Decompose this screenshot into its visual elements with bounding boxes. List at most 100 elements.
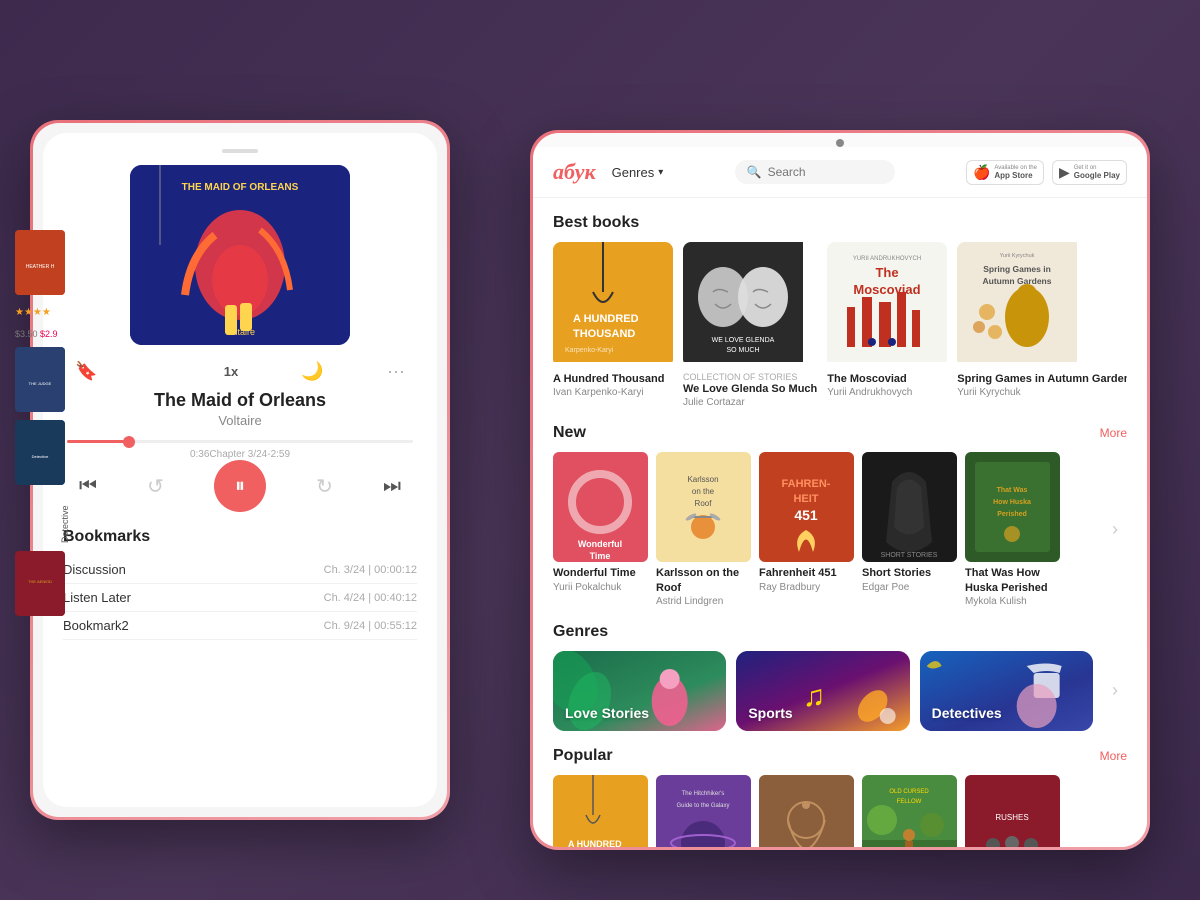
svg-text:Wonderful: Wonderful: [578, 539, 622, 549]
new-book-title-4: Short Stories: [862, 566, 957, 580]
genre-card-love-stories[interactable]: Love Stories: [553, 651, 726, 731]
google-play-badge[interactable]: ▶ Get it on Google Play: [1052, 160, 1127, 185]
svg-text:OLD CURSED: OLD CURSED: [889, 789, 929, 795]
pop-book-3[interactable]: God of His Fathers The God of His Father…: [759, 775, 854, 847]
player-book-author: Voltaire: [218, 413, 261, 428]
new-book-huska[interactable]: That Was How Huska Perished That Was How…: [965, 452, 1060, 607]
pop-book-2[interactable]: The Hitchhiker's Guide to the Galaxy Dou…: [656, 775, 751, 847]
svg-text:YURII ANDRUKHOVYCH: YURII ANDRUKHOVYCH: [853, 256, 921, 262]
genres-next-arrow[interactable]: ›: [1103, 651, 1127, 731]
new-book-author-4: Edgar Poe: [862, 582, 957, 593]
svg-text:That Was: That Was: [997, 487, 1028, 494]
speed-button[interactable]: 1x: [224, 364, 238, 379]
svg-text:♫: ♫: [803, 680, 826, 713]
new-book-karlsson[interactable]: Karlsson on the Roof Karlsson on the Roo…: [656, 452, 751, 607]
left-tablet: THE MAID OF ORLEANS: [30, 120, 450, 820]
bookmark-item-1[interactable]: Discussion Ch. 3/24 | 00:00:12: [63, 556, 417, 584]
new-books-row-wrapper: Wonderful Time Wonderful Time Yurii Poka…: [553, 452, 1127, 607]
more-icon[interactable]: ···: [387, 361, 405, 382]
playback-controls: ⏮ ↺ ⏸ ↻ ⏭: [59, 460, 421, 512]
svg-text:THOUSAND: THOUSAND: [573, 328, 635, 340]
svg-text:HEATHER H: HEATHER H: [26, 264, 55, 270]
new-book-author-1: Yurii Pokalchuk: [553, 582, 648, 593]
google-play-icon: ▶: [1059, 164, 1070, 181]
book-card-glenda[interactable]: WE LOVE GLENDA SO MUCH Collection of Sto…: [683, 242, 817, 408]
skip-back-icon[interactable]: ⏮: [79, 475, 97, 498]
new-book-title-3: Fahrenheit 451: [759, 566, 854, 580]
book-card-spring[interactable]: Yurii Kyrychuk Spring Games in Autumn Ga…: [957, 242, 1127, 408]
popular-more[interactable]: More: [1100, 749, 1127, 763]
svg-text:Moscoviad: Moscoviad: [854, 282, 921, 297]
pop-book-1[interactable]: A HUNDRED THOUSAND Karpenko-Karyi A Hund…: [553, 775, 648, 847]
forward-icon[interactable]: ↻: [316, 474, 333, 499]
chapter-label: Chapter 3/24: [209, 449, 267, 460]
svg-text:FELLOW: FELLOW: [897, 799, 922, 805]
new-book-short-stories[interactable]: SHORT STORIES Short Stories Edgar Poe: [862, 452, 957, 592]
svg-text:THE AENEID: THE AENEID: [28, 579, 52, 584]
player-top-controls: 🔖 1x 🌙 ···: [59, 361, 421, 382]
svg-text:Spring Games in: Spring Games in: [983, 264, 1051, 274]
bookmarks-title: Bookmarks: [63, 528, 417, 546]
book-card-hundred-thousand[interactable]: A HUNDRED THOUSAND Karpenko-Karyi A Hund…: [553, 242, 673, 408]
svg-text:Yurii Kyrychuk: Yurii Kyrychuk: [1000, 253, 1035, 259]
bookmark-item-2[interactable]: Listen Later Ch. 4/24 | 00:40:12: [63, 584, 417, 612]
edge-books: HEATHER H ★★★★ $3.50 $2.9 THE JUDGE Dete…: [15, 230, 70, 616]
svg-text:Roof: Roof: [695, 499, 713, 508]
skip-forward-icon[interactable]: ⏭: [383, 475, 401, 498]
genres-header: Genres: [553, 623, 1127, 641]
genres-button[interactable]: Genres ▾: [612, 165, 664, 180]
svg-text:Voltaire: Voltaire: [225, 327, 255, 337]
progress-container[interactable]: [59, 440, 421, 443]
bookmark-meta-2: Ch. 4/24 | 00:40:12: [324, 592, 417, 604]
svg-text:A HUNDRED: A HUNDRED: [568, 839, 622, 847]
svg-text:The: The: [876, 265, 899, 280]
svg-text:FAHREN-: FAHREN-: [782, 478, 831, 490]
apple-icon: 🍎: [973, 164, 990, 181]
svg-text:WE LOVE GLENDA: WE LOVE GLENDA: [712, 337, 775, 344]
search-input[interactable]: [768, 165, 883, 179]
player-book-cover: THE MAID OF ORLEANS: [130, 165, 350, 345]
svg-text:THE JUDGE: THE JUDGE: [29, 381, 52, 386]
new-book-author-5: Mykola Kulish: [965, 596, 1060, 607]
bookmark-icon[interactable]: 🔖: [75, 361, 97, 382]
genre-label-sports: Sports: [748, 705, 792, 721]
book-title-2: We Love Glenda So Much: [683, 382, 817, 396]
svg-text:Time: Time: [590, 551, 611, 561]
progress-track[interactable]: [67, 440, 413, 443]
svg-text:on the: on the: [692, 487, 715, 496]
genre-card-sports[interactable]: ♫ Sports: [736, 651, 909, 731]
app-logo: абук: [553, 159, 596, 185]
book-title-4: Spring Games in Autumn Gardens: [957, 372, 1127, 386]
popular-row: A HUNDRED THOUSAND Karpenko-Karyi A Hund…: [553, 775, 1103, 847]
svg-text:Karlsson: Karlsson: [687, 475, 718, 484]
svg-text:How Huska: How Huska: [993, 499, 1031, 506]
pop-book-5[interactable]: RUSHES Rushes Vasyl Shkliar: [965, 775, 1060, 847]
bookmark-meta-1: Ch. 3/24 | 00:00:12: [324, 564, 417, 576]
popular-header: Popular More: [553, 747, 1127, 765]
genre-card-detectives[interactable]: Detectives: [920, 651, 1093, 731]
best-books-title: Best books: [553, 214, 639, 232]
search-icon: 🔍: [747, 165, 762, 179]
svg-text:Karpenko-Karyi: Karpenko-Karyi: [565, 347, 614, 354]
app-store-badge[interactable]: 🍎 Available on the App Store: [966, 160, 1044, 185]
pause-button[interactable]: ⏸: [214, 460, 266, 512]
audio-panel: THE MAID OF ORLEANS: [43, 133, 437, 807]
svg-text:451: 451: [794, 507, 818, 523]
pop-book-4[interactable]: OLD CURSED FELLOW Old Cur: [862, 775, 957, 847]
new-book-fahrenheit[interactable]: FAHREN- HEIT 451 Fahrenheit 451 Ray Brad…: [759, 452, 854, 592]
svg-text:The Hitchhiker's: The Hitchhiker's: [682, 791, 725, 797]
bookmark-meta-3: Ch. 9/24 | 00:55:12: [324, 620, 417, 632]
panel-handle[interactable]: [222, 149, 258, 153]
rewind-icon[interactable]: ↺: [147, 474, 164, 499]
book-card-moscoviad[interactable]: YURII ANDRUKHOVYCH The Moscoviad: [827, 242, 947, 408]
bookmark-name-3: Bookmark2: [63, 618, 129, 633]
search-box[interactable]: 🔍: [735, 160, 895, 184]
moon-icon[interactable]: 🌙: [301, 361, 323, 382]
new-book-wonderful-time[interactable]: Wonderful Time Wonderful Time Yurii Poka…: [553, 452, 648, 592]
app-header: абук Genres ▾ 🔍 🍎 Available on the App S…: [533, 147, 1147, 198]
genre-label-love: Love Stories: [565, 705, 649, 721]
new-books-more[interactable]: More: [1100, 426, 1127, 440]
progress-thumb[interactable]: [123, 436, 135, 448]
new-books-next-arrow[interactable]: ›: [1103, 475, 1127, 585]
bookmark-item-3[interactable]: Bookmark2 Ch. 9/24 | 00:55:12: [63, 612, 417, 640]
